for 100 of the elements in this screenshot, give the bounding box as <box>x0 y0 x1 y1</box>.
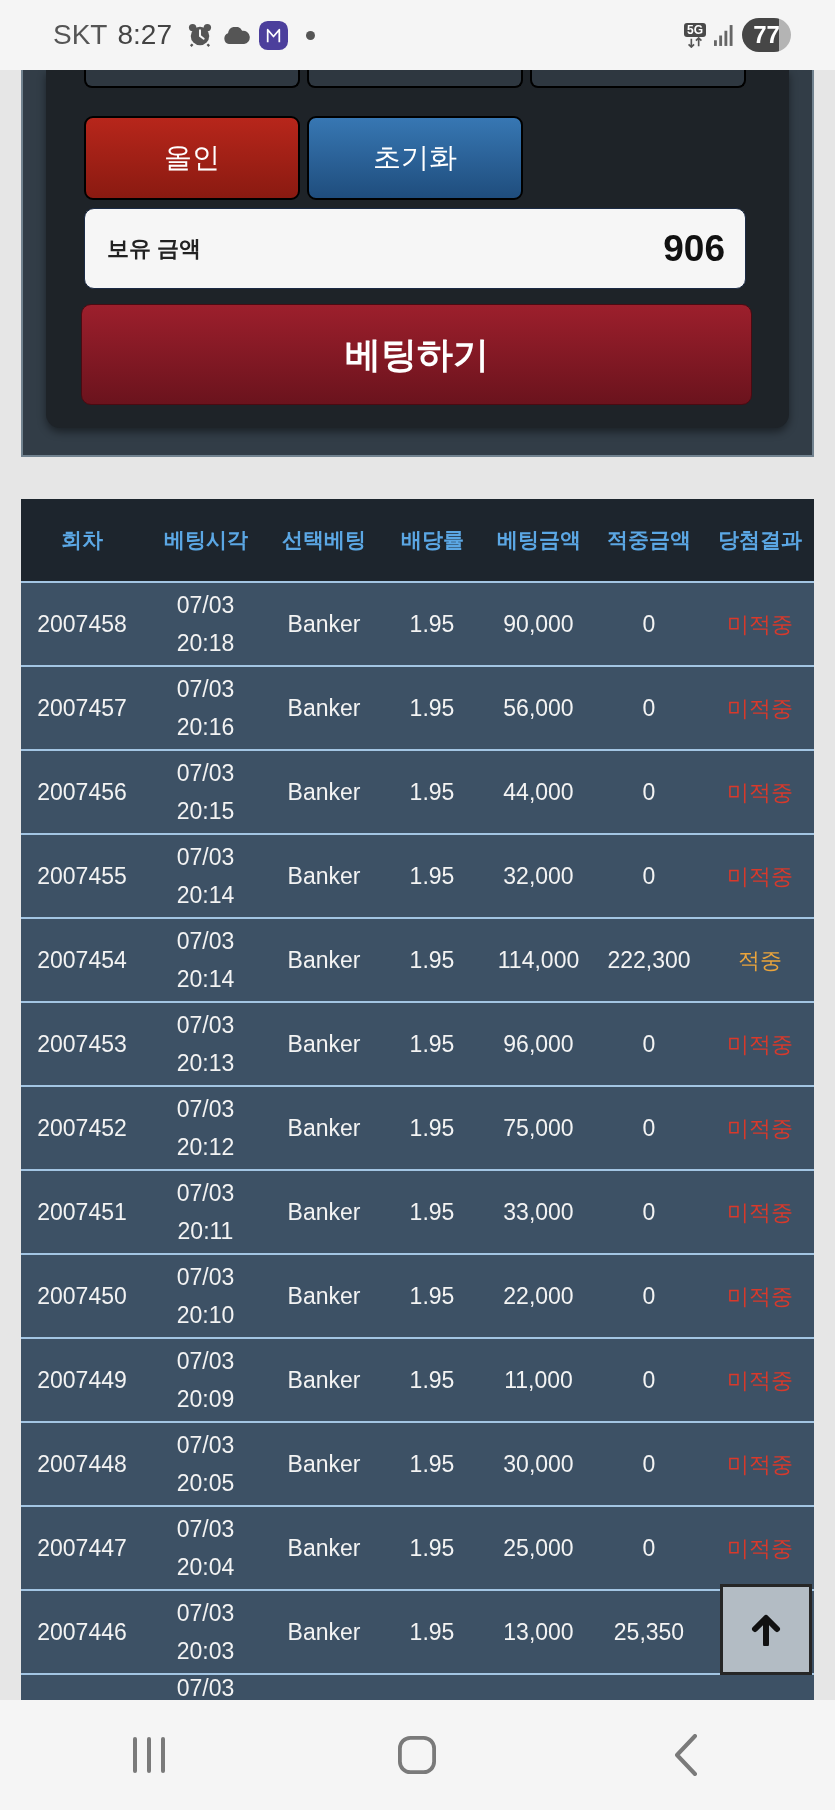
table-cell-text: 0 <box>641 693 657 723</box>
table-cell-text: 07/03 20:05 <box>175 1431 236 1498</box>
notification-dot-icon <box>305 30 315 40</box>
table-cell-text: 22,000 <box>502 1281 575 1311</box>
table-cell-text: Banker <box>286 1533 362 1563</box>
table-cell-text: 0 <box>641 1365 657 1395</box>
table-cell-text: 96,000 <box>502 1029 575 1059</box>
alarm-icon <box>187 23 212 47</box>
table-cell-text: Banker <box>286 861 362 891</box>
table-cell-text: Banker <box>286 1449 362 1479</box>
result-cell-text: 미적중 <box>726 778 793 807</box>
arrow-up-icon <box>751 1613 781 1646</box>
table-cell-text: 114,000 <box>496 945 581 975</box>
table-cell-text: 2007455 <box>36 861 128 891</box>
cloud-icon <box>221 26 251 44</box>
result-cell-text: 미적중 <box>726 1282 793 1311</box>
balance-label: 보유 금액 <box>107 235 202 263</box>
table-cell-text: 32,000 <box>502 861 575 891</box>
column-header: 배당률 <box>399 527 465 554</box>
table-cell-text: 0 <box>641 1281 657 1311</box>
table-cell: 07/03 <box>176 1675 235 1700</box>
table-cell-text: 1.95 <box>408 1197 456 1227</box>
table-cell-text: Banker <box>286 1365 362 1395</box>
balance-value: 906 <box>663 230 725 267</box>
all-in-button[interactable]: 올인 <box>84 116 300 200</box>
table-cell-text: 0 <box>641 1029 657 1059</box>
table-cell-text: 2007447 <box>36 1533 128 1563</box>
table-cell-text: 2007457 <box>36 693 128 723</box>
table-cell-text: 1.95 <box>408 1281 456 1311</box>
table-cell-text: 1.95 <box>408 1449 456 1479</box>
table-cell-text: 2007450 <box>36 1281 128 1311</box>
bet-button[interactable]: 베팅하기 <box>81 304 752 405</box>
table-cell-text: 0 <box>641 609 657 639</box>
result-cell-text: 미적중 <box>726 1450 793 1479</box>
column-header: 적중금액 <box>606 527 692 554</box>
table-cell-text: 1.95 <box>408 777 456 807</box>
table-cell-text: 25,350 <box>612 1617 686 1647</box>
table-cell-text: 2007448 <box>36 1449 128 1479</box>
table-cell-text: 30,000 <box>502 1449 575 1479</box>
table-cell-text: 2007446 <box>36 1617 128 1647</box>
table-cell-text: 222,300 <box>606 945 692 975</box>
column-header: 베팅시각 <box>162 527 249 554</box>
column-header: 베팅금액 <box>495 527 582 554</box>
carrier-name: SKT <box>53 21 108 49</box>
table-cell-text: 1.95 <box>408 1617 456 1647</box>
recent-apps-icon[interactable] <box>132 1737 167 1773</box>
reset-button[interactable]: 초기화 <box>307 116 523 200</box>
table-cell-text: 1.95 <box>408 609 456 639</box>
clock-time: 8:27 <box>117 21 172 49</box>
table-cell-text: 07/03 20:18 <box>175 591 236 658</box>
table-cell-text: 25,000 <box>502 1533 575 1563</box>
column-header: 회차 <box>60 527 104 554</box>
table-cell-text: Banker <box>286 693 362 723</box>
table-cell-text: 1.95 <box>408 1533 456 1563</box>
table-cell-text: Banker <box>286 1029 362 1059</box>
result-cell-text: 미적중 <box>726 1114 793 1143</box>
table-cell-text: 2007449 <box>36 1365 128 1395</box>
column-header: 선택베팅 <box>281 527 367 554</box>
battery-indicator: 77 <box>742 18 791 52</box>
table-cell-text: 90,000 <box>502 609 575 639</box>
table-cell-text: 07/03 20:13 <box>175 1011 236 1078</box>
table-cell-text: Banker <box>286 609 362 639</box>
table-cell-text: 0 <box>641 1113 657 1143</box>
table-cell-text: Banker <box>286 1617 362 1647</box>
table-cell-text: 07/03 20:03 <box>175 1599 236 1666</box>
table-cell-text: 1.95 <box>408 693 456 723</box>
table-cell-text: 1.95 <box>408 945 456 975</box>
table-cell-text: 1.95 <box>408 1365 456 1395</box>
table-cell-text: 2007458 <box>36 609 128 639</box>
table-cell-text: 33,000 <box>502 1197 575 1227</box>
table-cell-text: 0 <box>641 777 657 807</box>
network-type-badge: 5G <box>684 22 706 37</box>
table-cell-text: 2007452 <box>36 1113 128 1143</box>
result-cell-text: 미적중 <box>726 1198 793 1227</box>
result-cell-text: 미적중 <box>726 1030 793 1059</box>
table-cell-text: Banker <box>286 1113 362 1143</box>
table-cell-text: 07/03 20:12 <box>175 1095 236 1162</box>
table-cell-text: Banker <box>286 777 362 807</box>
column-header: 당첨결과 <box>716 527 803 554</box>
table-cell-text: 07/03 20:04 <box>175 1515 236 1582</box>
table-cell-text: 2007451 <box>36 1197 128 1227</box>
table-cell-text: 75,000 <box>502 1113 575 1143</box>
app-notification-icon <box>258 20 288 50</box>
table-cell-text: 0 <box>641 1449 657 1479</box>
data-arrows-icon <box>685 36 705 48</box>
table-cell-text: 07/03 20:16 <box>175 675 236 742</box>
back-icon[interactable] <box>673 1734 698 1776</box>
result-cell-text: 미적중 <box>726 1366 793 1395</box>
result-cell-text: 미적중 <box>726 694 793 723</box>
table-cell-text: 07/03 20:11 <box>175 1179 236 1246</box>
scroll-top-button[interactable] <box>720 1584 812 1675</box>
table-cell-text: 07/03 20:09 <box>175 1347 236 1414</box>
home-icon[interactable] <box>398 1736 437 1774</box>
result-cell-text: 미적중 <box>726 610 793 639</box>
result-cell-text: 미적중 <box>726 862 793 891</box>
table-cell-text: 0 <box>641 1197 657 1227</box>
table-cell-text: 1.95 <box>408 1113 456 1143</box>
table-cell-text: 1.95 <box>408 861 456 891</box>
table-cell-text: Banker <box>286 1281 362 1311</box>
table-cell-text: 07/03 20:10 <box>175 1263 236 1330</box>
